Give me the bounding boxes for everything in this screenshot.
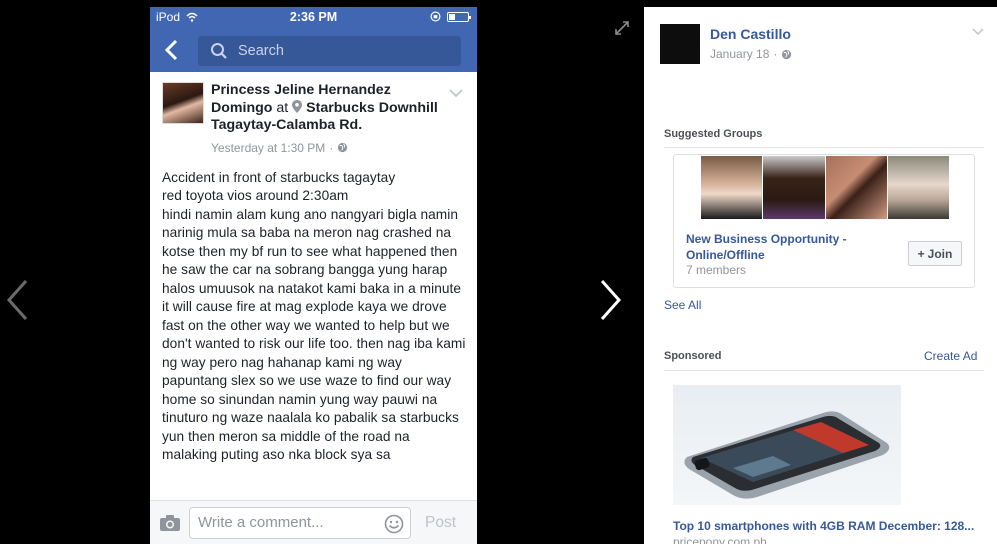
search-placeholder: Search — [238, 43, 284, 59]
suggested-groups-title: Suggested Groups — [664, 128, 763, 140]
member-photo — [887, 156, 949, 219]
divider — [664, 370, 984, 371]
at-label: at — [276, 99, 289, 116]
ad-title[interactable]: Top 10 smartphones with 4GB RAM December… — [673, 519, 983, 533]
post-timestamp[interactable]: Yesterday at 1:30 PM — [211, 141, 325, 155]
chevron-down-icon[interactable] — [972, 28, 984, 36]
comment-placeholder: Write a comment... — [198, 514, 324, 531]
join-group-button[interactable]: + Join — [908, 241, 962, 266]
owner-avatar[interactable] — [660, 24, 700, 64]
status-time: 2:36 PM — [289, 10, 338, 24]
post-meta: Princess Jeline Hernandez Domingo at Sta… — [211, 82, 441, 155]
globe-icon — [782, 49, 792, 59]
owner-date[interactable]: January 18 — [710, 47, 769, 61]
photo-viewer: iPod 2:36 PM Search Princess Jeline Hern… — [0, 0, 997, 544]
join-label: Join — [927, 246, 953, 261]
ad-image[interactable] — [673, 385, 901, 505]
right-sidebar: Den Castillo January 18 · Suggested Grou… — [644, 7, 997, 544]
expand-icon[interactable] — [614, 20, 630, 36]
member-photo — [763, 156, 825, 219]
ad-domain: pricepony.com.ph — [673, 535, 767, 544]
plus-icon: + — [917, 246, 925, 261]
group-members: 7 members — [686, 263, 747, 277]
status-bar: iPod 2:36 PM — [150, 7, 477, 28]
member-photo — [701, 156, 763, 219]
camera-icon[interactable] — [159, 514, 181, 532]
viewer-pane: iPod 2:36 PM Search Princess Jeline Hern… — [0, 0, 644, 544]
owner-name[interactable]: Den Castillo — [710, 26, 791, 42]
post-header: Princess Jeline Hernandez Domingo at Sta… — [162, 82, 465, 155]
group-member-photos[interactable] — [701, 156, 950, 219]
post-body: Accident in front of starbucks tagaytay … — [162, 169, 466, 463]
post-button[interactable]: Post — [425, 514, 456, 532]
dot-separator: · — [329, 140, 334, 155]
member-photo — [825, 156, 887, 219]
post-author-line: Princess Jeline Hernandez Domingo at Sta… — [211, 82, 438, 133]
sponsored-title: Sponsored — [664, 350, 722, 362]
see-all-link[interactable]: See All — [664, 298, 701, 312]
status-right-icons — [430, 11, 471, 22]
mobile-top-bar: Search — [150, 28, 477, 72]
group-card: New Business Opportunity - Online/Offlin… — [673, 154, 975, 288]
chevron-down-icon[interactable] — [449, 88, 463, 98]
phone-screenshot: iPod 2:36 PM Search Princess Jeline Hern… — [150, 7, 477, 544]
smartphone-image — [684, 411, 890, 499]
comment-input[interactable]: Write a comment... — [189, 506, 411, 539]
location-pin-icon — [292, 99, 303, 113]
owner-date-line: January 18 · — [710, 47, 792, 61]
post-time: Yesterday at 1:30 PM · — [211, 141, 441, 155]
chevron-right-icon[interactable] — [590, 275, 630, 325]
search-input[interactable]: Search — [198, 36, 461, 66]
back-arrow-icon[interactable] — [162, 38, 182, 62]
author-avatar[interactable] — [162, 82, 204, 124]
group-name[interactable]: New Business Opportunity - Online/Offlin… — [686, 231, 866, 263]
rotation-lock-icon — [430, 11, 441, 22]
dot-separator: · — [773, 47, 778, 61]
create-ad-link[interactable]: Create Ad — [924, 349, 977, 363]
globe-icon — [338, 142, 348, 153]
chevron-left-icon[interactable] — [2, 275, 42, 325]
divider — [664, 147, 984, 148]
search-icon — [211, 43, 227, 59]
comment-bar: Write a comment... Post — [150, 500, 477, 544]
post: Princess Jeline Hernandez Domingo at Sta… — [150, 72, 477, 465]
battery-icon — [447, 11, 471, 22]
smiley-icon[interactable] — [384, 514, 404, 534]
